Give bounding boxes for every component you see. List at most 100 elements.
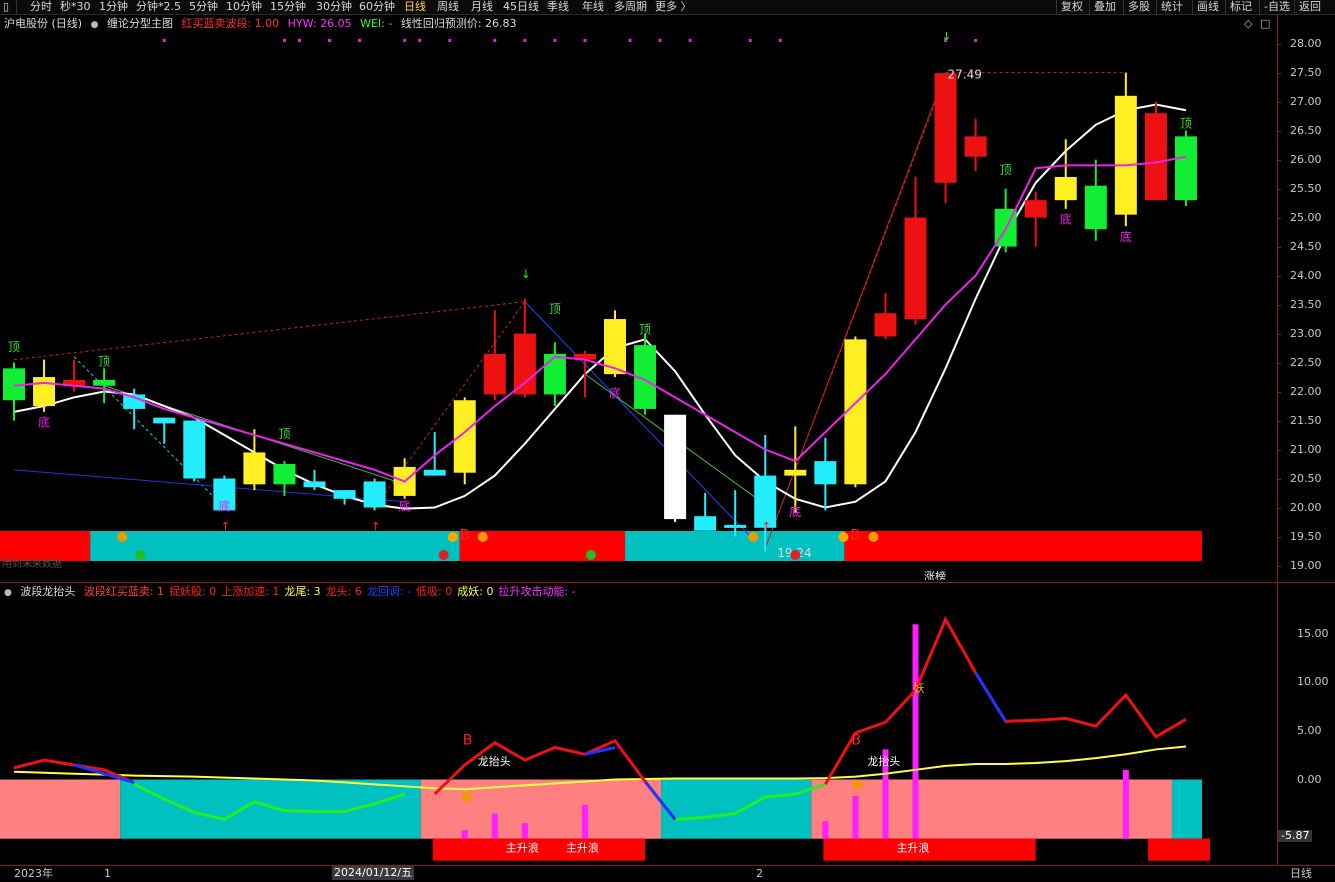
period-tab-2[interactable]: 1分钟 [99,0,128,14]
indicator-name[interactable]: 缠论分型主图 [107,17,173,30]
toolbar-btn-6[interactable]: -自选 [1264,0,1290,14]
diamond-icon[interactable]: ◇ [1244,17,1252,30]
indicator-tick: 5.00 [1297,724,1322,737]
toolbar-btn-1[interactable]: 叠加 [1094,0,1116,14]
candle-body[interactable] [1024,200,1047,218]
candle-body[interactable] [483,353,506,395]
top-marker [403,39,407,42]
restore-icon[interactable]: □ [1260,17,1270,30]
price-tick: 27.50 [1290,65,1322,79]
candle-body[interactable] [904,217,927,320]
indicator-current-value: -5.87 [1278,830,1313,843]
signal-zone-band [844,531,1202,561]
period-tab-4[interactable]: 5分钟 [189,0,218,14]
tick-mark [1277,362,1281,364]
candle-body[interactable] [1084,185,1107,230]
prediction-value: 线性回归预测价: 26.83 [400,17,517,30]
signal-zone-band [90,531,460,561]
indicator-chart[interactable]: B B 龙抬头 龙抬头主升浪 主升浪 主升浪 妖 [0,600,1277,862]
candle-body[interactable] [1114,95,1137,215]
period-tab-12[interactable]: 45日线 [503,0,539,14]
top-label: 顶 [98,354,110,368]
period-tab-16[interactable]: 更多 〉 [655,0,692,14]
x-axis-line [0,865,1335,866]
stock-title[interactable]: 沪电股份 (日线) [4,17,82,30]
candle-body[interactable] [694,516,717,531]
period-tab-11[interactable]: 月线 [471,0,493,14]
period-tab-7[interactable]: 30分钟 [316,0,352,14]
price-tick: 21.50 [1290,413,1322,427]
bottom-label: 底 [609,385,621,400]
candle-body[interactable] [543,353,566,395]
wave-bar [432,838,646,861]
period-tab-9[interactable]: 日线 [404,0,426,14]
candle-body[interactable] [333,490,356,499]
period-tab-0[interactable]: 分时 [30,0,52,14]
indicator-gear-icon[interactable]: ● [4,588,12,598]
candle-body[interactable] [724,524,747,528]
candle-body[interactable] [664,414,687,520]
period-tab-10[interactable]: 周线 [437,0,459,14]
candle-body[interactable] [93,379,116,386]
price-tick: 23.50 [1290,297,1322,311]
candle-body[interactable] [1054,176,1077,201]
candle-body[interactable] [1174,136,1197,201]
candle-body[interactable] [964,136,987,157]
candle-body[interactable] [363,481,386,508]
price-tick: 28.00 [1290,36,1322,50]
candle-body[interactable] [273,464,296,485]
indicator-value-4: 龙头: 6 [325,585,362,598]
money-bag-icon [447,532,458,542]
period-tab-5[interactable]: 10分钟 [226,0,262,14]
period-toolbar: ▯ 分时 秒*30 1分钟 分钟*2.5 5分钟 10分钟 15分钟 30分钟 60分钟 日线 周线月… [0,0,1335,15]
candle-body[interactable] [153,417,176,424]
candlestick-chart[interactable]: 顶顶顶顶顶顶顶底底底底底底底BB27.4919.24涨榜用到未来数据↑↑↑↓↓ [0,32,1277,580]
candle-body[interactable] [874,313,897,337]
candle-body[interactable] [423,469,446,476]
period-tab-13[interactable]: 季线 [547,0,569,14]
toolbar-btn-4[interactable]: 画线 [1197,0,1219,14]
toolbar-separator [1294,0,1295,14]
indicator-zone [661,779,812,839]
toolbar-btn-5[interactable]: 标记 [1230,0,1252,14]
tick-mark [1277,536,1281,538]
period-indicator[interactable]: 日线 [1290,867,1312,881]
candle-body[interactable] [934,73,957,183]
toolbar-btn-2[interactable]: 多股 [1128,0,1150,14]
candle-body[interactable] [784,469,807,476]
toolbar-btn-3[interactable]: 统计 [1161,0,1183,14]
x-label-year: 2023年 [14,867,53,880]
period-tab-15[interactable]: 多周期 [614,0,647,14]
candle-body[interactable] [513,333,536,395]
candle-body[interactable] [1144,113,1167,201]
indicator-title[interactable]: 波段龙抬头 [20,585,75,598]
period-tab-8[interactable]: 60分钟 [359,0,395,14]
candle-body[interactable] [183,420,206,479]
toolbar-btn-7[interactable]: 返回 [1299,0,1321,14]
momentum-bar [491,813,498,839]
momentum-bar [1122,769,1129,839]
period-tab-1[interactable]: 秒*30 [60,0,91,14]
period-tab-3[interactable]: 分钟*2.5 [136,0,181,14]
indicator-zone [811,779,1172,839]
candle-body[interactable] [814,461,837,485]
pane-separator[interactable] [0,582,1335,583]
toolbar-btn-0[interactable]: 复权 [1061,0,1083,14]
candle-body[interactable] [33,377,56,407]
top-marker [553,39,557,42]
tick-mark [1277,333,1281,335]
top-marker [358,39,362,42]
gear-icon[interactable]: ● [91,20,99,30]
top-marker [418,39,422,42]
main-axis-line [1277,14,1278,582]
period-tab-6[interactable]: 15分钟 [270,0,306,14]
dragon-head-label: 龙抬头 [478,754,511,768]
candle-body[interactable] [453,400,476,473]
period-tab-14[interactable]: 年线 [582,0,604,14]
candle-body[interactable] [303,481,326,488]
toolbar-separator [16,0,17,14]
momentum-bar [822,821,829,839]
panel-toggle-icon[interactable]: ▯ [3,0,9,14]
candle-body[interactable] [243,452,266,485]
tick-mark [1277,43,1281,45]
